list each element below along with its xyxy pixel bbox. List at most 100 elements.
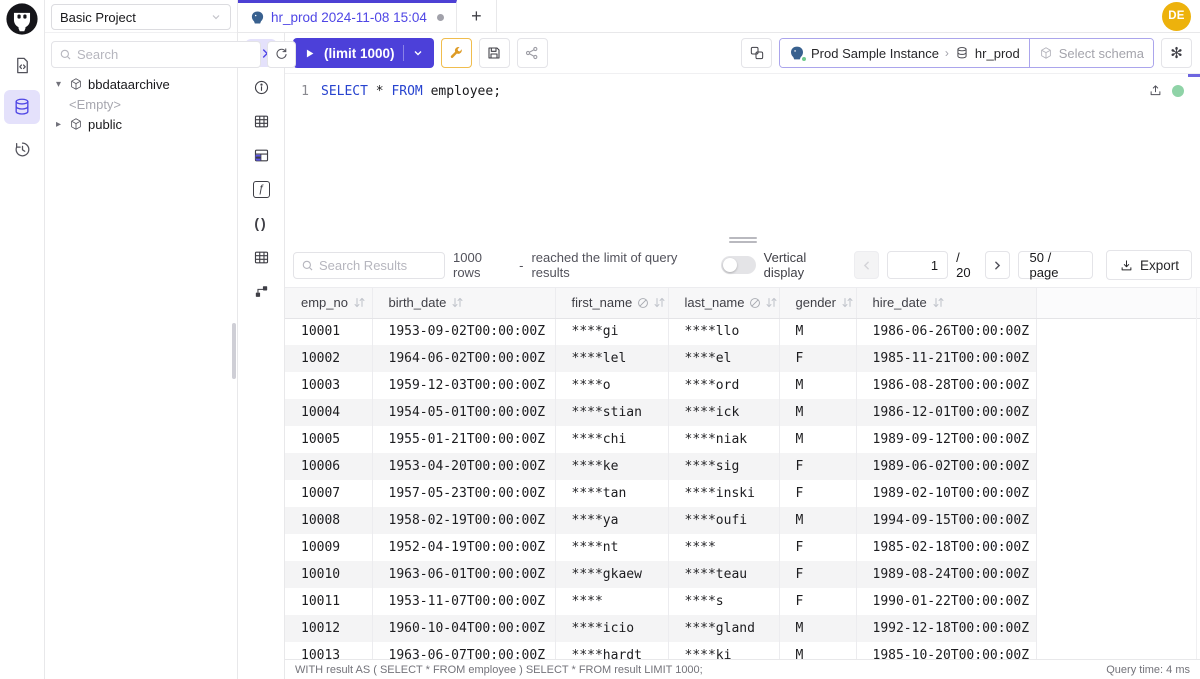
table-cell[interactable]: 1953-04-20T00:00:00Z <box>372 453 555 480</box>
tree-item-public[interactable]: ▸ public <box>53 114 237 134</box>
next-page-button[interactable] <box>985 251 1010 279</box>
table-cell[interactable]: ****ick <box>668 399 779 426</box>
table-cell[interactable]: 10008 <box>285 507 372 534</box>
table-cell[interactable]: ****ki <box>668 642 779 659</box>
table-cell[interactable]: ****ord <box>668 372 779 399</box>
avatar[interactable]: DE <box>1162 2 1191 31</box>
info-icon[interactable] <box>245 73 277 101</box>
sort-icon[interactable] <box>653 296 666 309</box>
save-button[interactable] <box>479 38 510 68</box>
table-row[interactable]: 100011953-09-02T00:00:00Z****gi****lloM1… <box>285 318 1200 345</box>
table-cell[interactable]: 10007 <box>285 480 372 507</box>
table-cell[interactable]: 1960-10-04T00:00:00Z <box>372 615 555 642</box>
table-cell[interactable]: 10011 <box>285 588 372 615</box>
table-cell[interactable]: F <box>779 588 856 615</box>
table-row[interactable]: 100081958-02-19T00:00:00Z****ya****oufiM… <box>285 507 1200 534</box>
table-cell[interactable]: 10009 <box>285 534 372 561</box>
table-row[interactable]: 100091952-04-19T00:00:00Z****nt****F1985… <box>285 534 1200 561</box>
caret-down-icon[interactable]: ▾ <box>53 79 64 90</box>
table-row[interactable]: 100101963-06-01T00:00:00Z****gkaew****te… <box>285 561 1200 588</box>
function-icon[interactable]: ƒ <box>245 175 277 203</box>
data-grid-icon[interactable] <box>245 141 277 169</box>
table-cell[interactable]: 10013 <box>285 642 372 659</box>
table-cell[interactable]: 1954-05-01T00:00:00Z <box>372 399 555 426</box>
table-cell[interactable]: ****gland <box>668 615 779 642</box>
table-cell[interactable]: 10010 <box>285 561 372 588</box>
table-cell[interactable]: 1994-09-15T00:00:00Z <box>856 507 1036 534</box>
table-cell[interactable]: 10012 <box>285 615 372 642</box>
table-cell[interactable]: ****stian <box>555 399 668 426</box>
caret-right-icon[interactable]: ▸ <box>53 119 64 130</box>
table-cell[interactable]: ****s <box>668 588 779 615</box>
table-cell[interactable]: ****niak <box>668 426 779 453</box>
table-cell[interactable]: ****hardt <box>555 642 668 659</box>
table-cell[interactable]: F <box>779 534 856 561</box>
table-cell[interactable]: 1955-01-21T00:00:00Z <box>372 426 555 453</box>
table-cell[interactable]: 1989-09-12T00:00:00Z <box>856 426 1036 453</box>
table-cell[interactable]: ****icio <box>555 615 668 642</box>
database-icon[interactable] <box>4 90 40 124</box>
tab-hr-prod[interactable]: hr_prod 2024-11-08 15:04 <box>238 0 457 32</box>
refresh-button[interactable] <box>267 41 296 68</box>
page-size-select[interactable]: 50 / page <box>1018 251 1093 279</box>
table-cell[interactable]: ****llo <box>668 318 779 345</box>
instance-breadcrumb[interactable]: Prod Sample Instance › hr_prod <box>780 39 1029 67</box>
table-cell[interactable]: F <box>779 561 856 588</box>
table-icon[interactable] <box>245 243 277 271</box>
table-cell[interactable]: 1990-01-22T00:00:00Z <box>856 588 1036 615</box>
column-header-hire_date[interactable]: hire_date <box>856 288 1036 318</box>
run-query-button[interactable]: (limit 1000) <box>293 38 434 68</box>
table-cell[interactable]: ****gkaew <box>555 561 668 588</box>
table-row[interactable]: 100021964-06-02T00:00:00Z****lel****elF1… <box>285 345 1200 372</box>
table-cell[interactable]: ****nt <box>555 534 668 561</box>
table-cell[interactable]: ****oufi <box>668 507 779 534</box>
table-cell[interactable]: F <box>779 453 856 480</box>
table-cell[interactable]: 10004 <box>285 399 372 426</box>
format-icon-button[interactable] <box>741 38 772 68</box>
prev-page-button[interactable] <box>854 251 879 279</box>
table-cell[interactable]: 1989-02-10T00:00:00Z <box>856 480 1036 507</box>
table-cell[interactable]: **** <box>555 588 668 615</box>
table-cell[interactable]: M <box>779 426 856 453</box>
table-cell[interactable]: 1964-06-02T00:00:00Z <box>372 345 555 372</box>
table-cell[interactable]: ****chi <box>555 426 668 453</box>
table-row[interactable]: 100051955-01-21T00:00:00Z****chi****niak… <box>285 426 1200 453</box>
table-cell[interactable]: ****ya <box>555 507 668 534</box>
column-header-last_name[interactable]: last_name <box>668 288 779 318</box>
table-cell[interactable]: ****teau <box>668 561 779 588</box>
sql-editor[interactable]: 1 SELECT * FROM employee; <box>285 74 1200 236</box>
new-tab-button[interactable]: + <box>457 0 497 32</box>
table-cell[interactable]: ****inski <box>668 480 779 507</box>
table-cell[interactable]: 10005 <box>285 426 372 453</box>
table-cell[interactable]: 10006 <box>285 453 372 480</box>
sidebar-search-input[interactable] <box>77 47 253 62</box>
table-cell[interactable]: ****o <box>555 372 668 399</box>
table-cell[interactable]: 1957-05-23T00:00:00Z <box>372 480 555 507</box>
share-button[interactable] <box>517 38 548 68</box>
schema-diagram-icon[interactable] <box>245 277 277 305</box>
table-cell[interactable]: 1953-09-02T00:00:00Z <box>372 318 555 345</box>
table-row[interactable]: 100041954-05-01T00:00:00Z****stian****ic… <box>285 399 1200 426</box>
table-row[interactable]: 100061953-04-20T00:00:00Z****ke****sigF1… <box>285 453 1200 480</box>
sql-statement[interactable]: SELECT * FROM employee; <box>321 84 501 236</box>
vertical-display-toggle[interactable] <box>721 256 755 274</box>
table-cell[interactable]: 1986-06-26T00:00:00Z <box>856 318 1036 345</box>
table-cell[interactable]: **** <box>668 534 779 561</box>
table-row[interactable]: 100031959-12-03T00:00:00Z****o****ordM19… <box>285 372 1200 399</box>
column-header-emp_no[interactable]: emp_no <box>285 288 372 318</box>
table-cell[interactable]: ****tan <box>555 480 668 507</box>
sort-icon[interactable] <box>765 296 778 309</box>
table-cell[interactable]: 1952-04-19T00:00:00Z <box>372 534 555 561</box>
table-cell[interactable]: 1985-02-18T00:00:00Z <box>856 534 1036 561</box>
wrench-icon-button[interactable] <box>441 38 472 68</box>
table-cell[interactable]: 1963-06-01T00:00:00Z <box>372 561 555 588</box>
table-cell[interactable]: 1953-11-07T00:00:00Z <box>372 588 555 615</box>
table-cell[interactable]: F <box>779 480 856 507</box>
panel-resize-handle[interactable] <box>285 236 1200 243</box>
table-cell[interactable]: M <box>779 507 856 534</box>
table-cell[interactable]: 10003 <box>285 372 372 399</box>
table-row[interactable]: 100111953-11-07T00:00:00Z********sF1990-… <box>285 588 1200 615</box>
table-cell[interactable]: 1992-12-18T00:00:00Z <box>856 615 1036 642</box>
table-cell[interactable]: ****lel <box>555 345 668 372</box>
schema-select[interactable]: Select schema <box>1029 39 1153 67</box>
